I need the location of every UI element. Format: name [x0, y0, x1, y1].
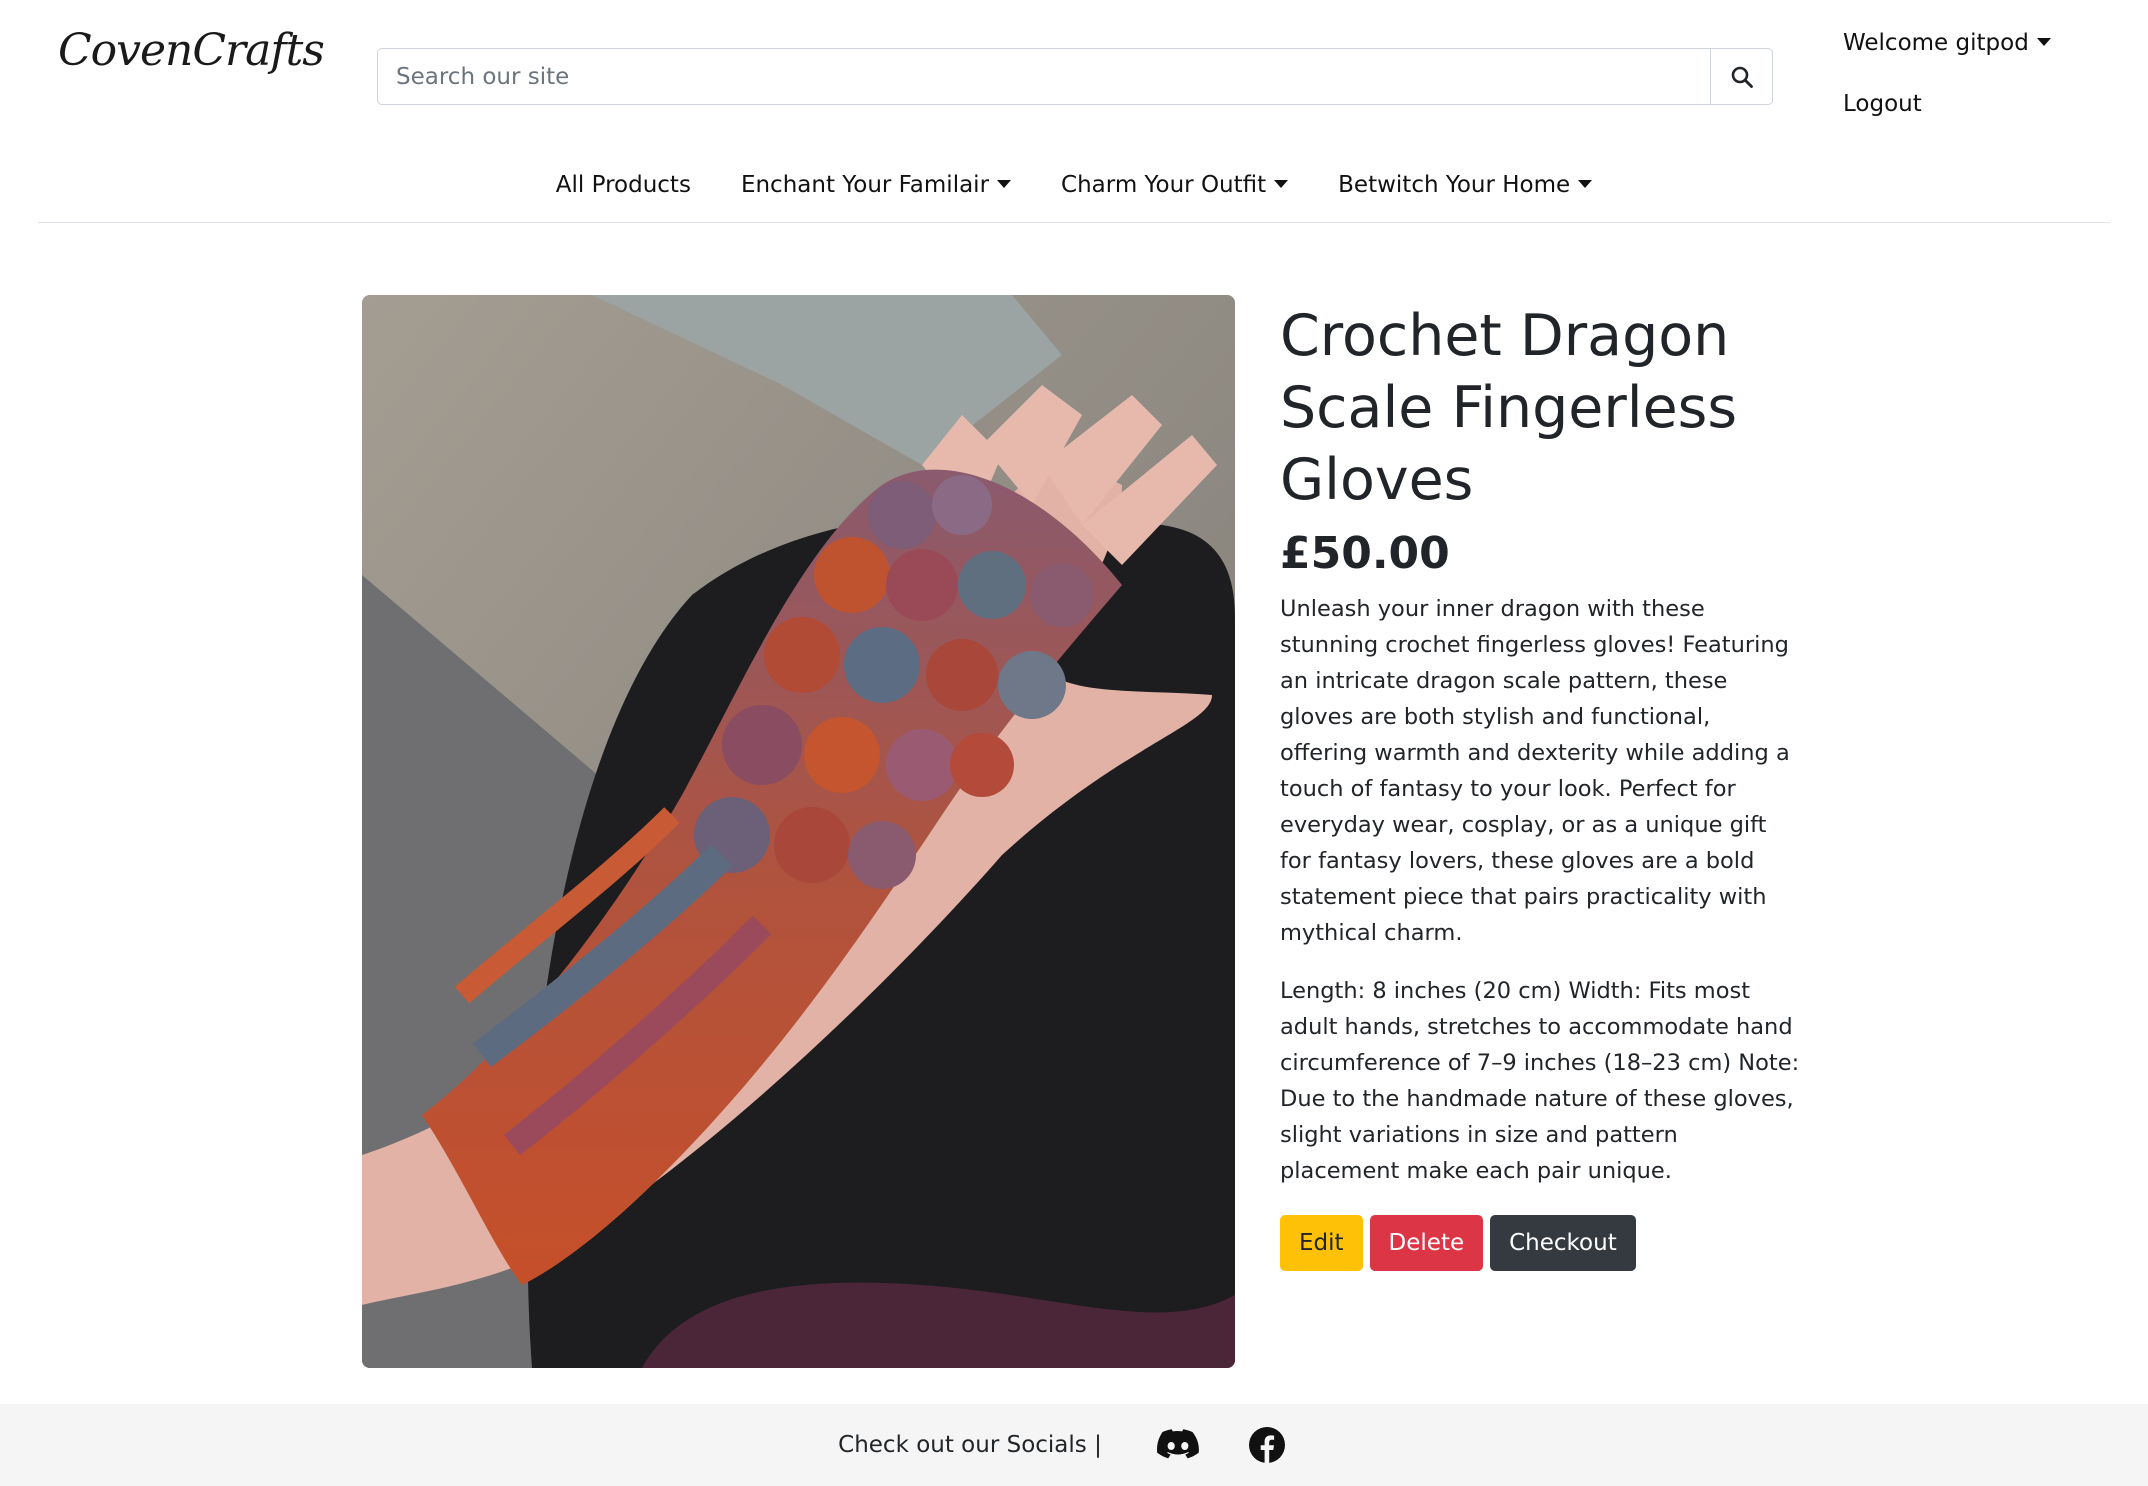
search-icon [1731, 66, 1753, 88]
logout-link[interactable]: Logout [1843, 91, 1922, 117]
facebook-link[interactable] [1248, 1427, 1285, 1463]
facebook-icon [1248, 1427, 1285, 1463]
product-price: £50.00 [1280, 528, 1450, 579]
footer: Check out our Socials | [0, 1404, 2148, 1486]
footer-socials-text: Check out our Socials | [838, 1432, 1102, 1458]
nav-all-products[interactable]: All Products [556, 172, 691, 198]
nav-item-label: Charm Your Outfit [1061, 172, 1267, 198]
chevron-down-icon [2036, 37, 2051, 46]
search-button[interactable] [1710, 49, 1772, 104]
nav-item-label: All Products [555, 172, 691, 198]
nav-charm-your-outfit[interactable]: Charm Your Outfit [1061, 172, 1289, 198]
product-title: Crochet Dragon Scale Fingerless Gloves [1280, 303, 1738, 513]
search-bar [377, 48, 1773, 105]
product-actions: Edit Delete Checkout [1280, 1215, 1800, 1271]
chevron-down-icon [1274, 179, 1289, 188]
product-image [362, 295, 1235, 1368]
edit-button[interactable]: Edit [1280, 1215, 1363, 1271]
search-input[interactable] [378, 49, 1710, 104]
nav-enchant-your-familiar[interactable]: Enchant Your Familair [740, 172, 1012, 198]
chevron-down-icon [997, 179, 1012, 188]
user-welcome-label: Welcome gitpod [1843, 30, 2029, 56]
product-description: Unleash your inner dragon with these stu… [1280, 596, 1790, 946]
product-dimensions: Length: 8 inches (20 cm) Width: Fits mos… [1280, 978, 1800, 1184]
nav-divider [38, 222, 2110, 223]
discord-link[interactable] [1156, 1429, 1199, 1461]
site-logo[interactable]: CovenCrafts [58, 16, 325, 86]
product-details: Crochet Dragon Scale Fingerless Gloves £… [1280, 300, 1800, 1271]
main-nav: All Products Enchant Your Familair Charm… [0, 172, 2148, 198]
checkout-button[interactable]: Checkout [1490, 1215, 1636, 1271]
nav-item-label: Betwitch Your Home [1338, 172, 1571, 198]
chevron-down-icon [1578, 179, 1593, 188]
user-account-dropdown[interactable]: Welcome gitpod [1843, 30, 2051, 56]
nav-betwitch-your-home[interactable]: Betwitch Your Home [1338, 172, 1593, 198]
nav-item-label: Enchant Your Familair [740, 172, 990, 198]
discord-icon [1156, 1429, 1199, 1459]
delete-button[interactable]: Delete [1369, 1215, 1484, 1271]
